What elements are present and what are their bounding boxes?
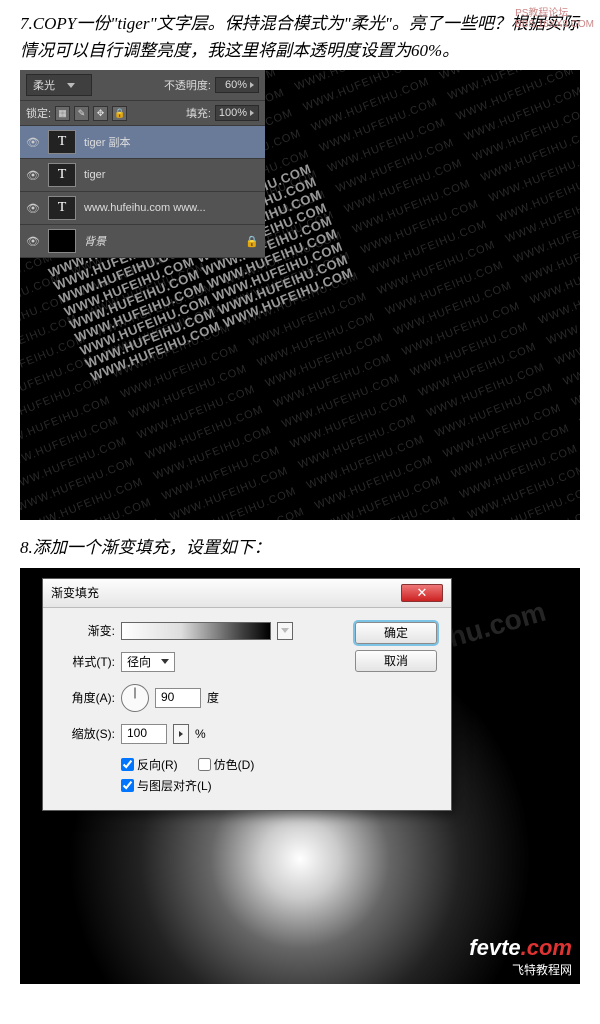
opacity-input[interactable]: 60%	[215, 77, 259, 93]
step7-image: WWW.HUFEIHU.COM WWW.HUFEIHU.COM WWW.HUFE…	[20, 70, 580, 520]
layer-thumb-text: T	[48, 130, 76, 154]
ok-button[interactable]: 确定	[355, 622, 437, 644]
fill-label: 填充:	[186, 105, 211, 121]
step8-text: 8.添加一个渐变填充，设置如下：	[20, 534, 580, 561]
forum-label: PS教程论坛	[515, 8, 568, 19]
brand-cn: 飞特教程网	[469, 961, 572, 978]
blend-mode-value: 柔光	[33, 77, 55, 93]
chevron-right-icon	[179, 731, 183, 737]
layer-row[interactable]: 👁 背景 🔒	[20, 225, 265, 258]
reverse-checkbox[interactable]	[121, 758, 134, 771]
chevron-right-icon	[250, 110, 254, 116]
step7-text: 7.COPY一份"tiger"文字层。保持混合模式为"柔光"。亮了一些吧？根据实…	[20, 10, 580, 64]
visibility-icon[interactable]: 👁	[26, 201, 40, 215]
angle-label: 角度(A):	[57, 689, 115, 706]
forum-url: BBS.16XX8.COM	[515, 19, 594, 30]
style-select[interactable]: 径向	[121, 652, 175, 672]
visibility-icon[interactable]: 👁	[26, 135, 40, 149]
visibility-icon[interactable]: 👁	[26, 234, 40, 248]
layer-name: tiger	[84, 169, 105, 181]
layer-name: tiger 副本	[84, 134, 130, 150]
reverse-label: 反向(R)	[137, 756, 178, 773]
close-icon: ✕	[417, 585, 428, 601]
align-checkbox[interactable]	[121, 779, 134, 792]
dither-checkbox[interactable]	[198, 758, 211, 771]
dither-label: 仿色(D)	[214, 756, 255, 773]
chevron-down-icon	[281, 628, 289, 633]
chevron-right-icon	[250, 82, 254, 88]
align-label: 与图层对齐(L)	[137, 777, 212, 794]
layer-thumb-bg	[48, 229, 76, 253]
lock-icon: 🔒	[245, 235, 259, 248]
angle-input[interactable]: 90	[155, 688, 201, 708]
angle-unit: 度	[207, 689, 219, 706]
gradient-label: 渐变:	[57, 622, 115, 639]
opacity-label: 不透明度:	[164, 77, 211, 93]
fill-input[interactable]: 100%	[215, 105, 259, 121]
opacity-value: 60%	[225, 79, 247, 91]
scale-label: 缩放(S):	[57, 725, 115, 742]
style-value: 径向	[127, 653, 151, 670]
chevron-down-icon	[67, 83, 75, 88]
style-label: 样式(T):	[57, 653, 115, 670]
gradient-dropdown[interactable]	[277, 622, 293, 640]
layer-thumb-text: T	[48, 196, 76, 220]
layers-panel: 柔光 不透明度: 60% 锁定: ▦ ✎ ✥ 🔒 填充: 100%	[20, 70, 265, 258]
step8-image: www.hufeihu.com 渐变填充 ✕ 渐变: 样式(T):	[20, 568, 580, 984]
blend-mode-select[interactable]: 柔光	[26, 74, 92, 96]
layer-name: www.hufeihu.com www...	[84, 202, 206, 214]
gradient-preview[interactable]	[121, 622, 271, 640]
fill-value: 100%	[219, 107, 247, 119]
scale-dropdown[interactable]	[173, 724, 189, 744]
lock-all-icon[interactable]: 🔒	[112, 106, 127, 121]
close-button[interactable]: ✕	[401, 584, 443, 602]
dialog-title: 渐变填充	[51, 584, 99, 601]
layer-row[interactable]: 👁 T www.hufeihu.com www...	[20, 192, 265, 225]
lock-transparent-icon[interactable]: ▦	[55, 106, 70, 121]
lock-label: 锁定:	[26, 105, 51, 121]
layer-name: 背景	[84, 233, 106, 249]
gradient-fill-dialog: 渐变填充 ✕ 渐变: 样式(T): 径向	[42, 578, 452, 811]
visibility-icon[interactable]: 👁	[26, 168, 40, 182]
brand-suffix: .com	[521, 935, 572, 960]
footer-brand: fevte.com 飞特教程网	[469, 935, 572, 978]
scale-input[interactable]: 100	[121, 724, 167, 744]
brand-text: fevte	[469, 935, 520, 960]
chevron-down-icon	[161, 659, 169, 664]
layer-row[interactable]: 👁 T tiger	[20, 159, 265, 192]
cancel-button[interactable]: 取消	[355, 650, 437, 672]
scale-unit: %	[195, 727, 206, 741]
lock-brush-icon[interactable]: ✎	[74, 106, 89, 121]
layer-thumb-text: T	[48, 163, 76, 187]
layer-row[interactable]: 👁 T tiger 副本	[20, 126, 265, 159]
angle-dial[interactable]	[121, 684, 149, 712]
lock-move-icon[interactable]: ✥	[93, 106, 108, 121]
